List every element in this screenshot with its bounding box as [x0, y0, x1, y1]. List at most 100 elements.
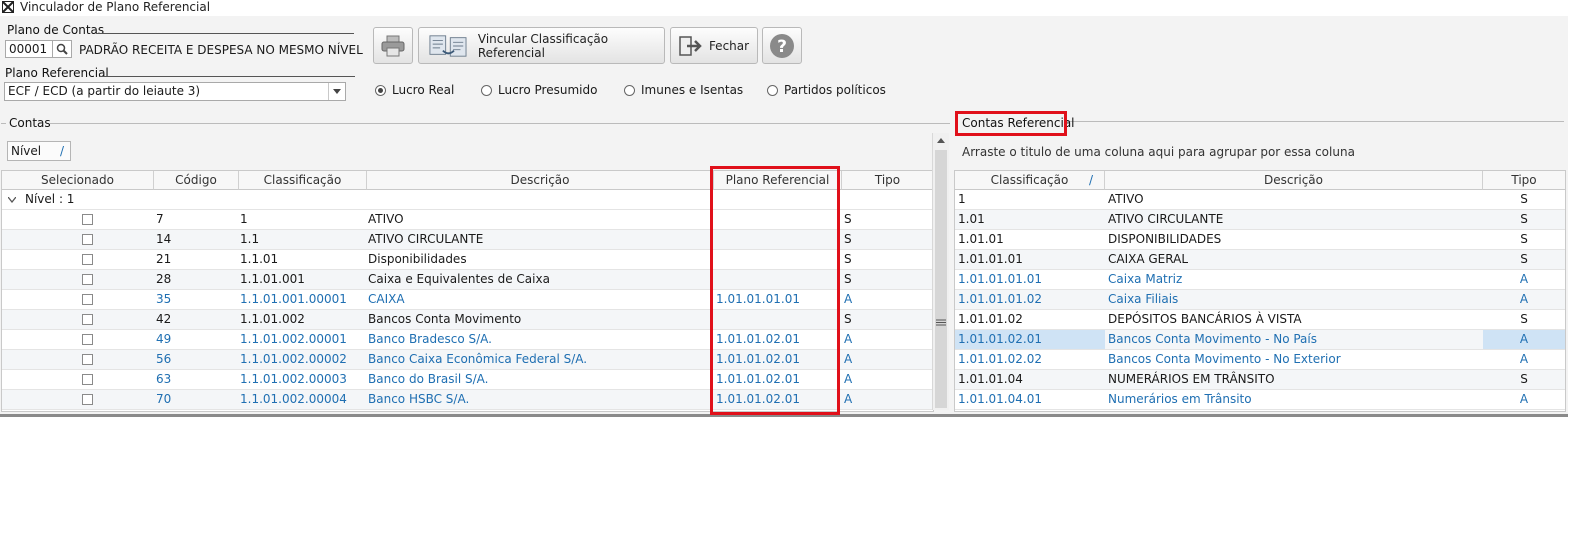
chevron-down-icon[interactable] [8, 197, 16, 203]
row-checkbox[interactable] [82, 374, 93, 385]
cell-tipo: A [844, 332, 853, 346]
search-icon [56, 43, 68, 55]
cell-tipo: S [1520, 212, 1528, 226]
cell-descricao: CAIXA [368, 292, 405, 306]
cell-tipo: A [1519, 272, 1529, 286]
radio-label: Lucro Real [392, 83, 455, 97]
contas-referencial-grid: Classificação / Descrição Tipo 1 ATIVO S 1.… [954, 170, 1566, 412]
cell-descricao: Bancos Conta Movimento - No Exterior [1108, 352, 1341, 366]
cell-descricao: Caixa Matriz [1108, 272, 1183, 286]
column-header[interactable]: Classificação [239, 171, 367, 190]
cell-tipo: S [1520, 192, 1528, 206]
radio-lucro-presumido[interactable]: Lucro Presumido [481, 83, 597, 97]
cell-classificacao: 1.1.01.002.00001 [240, 332, 347, 346]
plano-contas-search-button[interactable] [53, 40, 72, 58]
row-checkbox[interactable] [82, 274, 93, 285]
cell-tipo: S [844, 212, 852, 226]
plano-contas-code-input[interactable]: 00001 [5, 40, 53, 58]
table-row[interactable]: 1.01.01.02.02 Bancos Conta Movimento - No… [955, 350, 1565, 370]
divider [96, 33, 354, 34]
row-checkbox[interactable] [82, 314, 93, 325]
help-button[interactable]: ? [762, 27, 802, 64]
cell-tipo: A [1519, 292, 1529, 306]
cell-codigo: 63 [156, 372, 172, 386]
cell-codigo: 56 [156, 352, 172, 366]
row-checkbox[interactable] [82, 234, 93, 245]
cell-classificacao: 1.01 [958, 212, 985, 226]
vincular-button-label: Vincular Classificação Referencial [477, 31, 609, 60]
radio-indicator [375, 84, 386, 96]
radio-indicator [624, 84, 635, 96]
scroll-thumb[interactable] [935, 150, 947, 408]
table-row[interactable]: 1 ATIVO S [955, 190, 1565, 210]
vincular-button[interactable]: Vincular Classificação Referencial [418, 27, 665, 64]
group-by-chip-nivel[interactable]: Nível / [7, 141, 71, 161]
table-row[interactable]: 1.01.01.04 NUMERÁRIOS EM TRÂNSITO S [955, 370, 1565, 390]
cell-tipo: S [1520, 252, 1528, 266]
radio-label: Imunes e Isentas [641, 83, 744, 97]
cell-classificacao: 1.01.01 [958, 232, 1004, 246]
cell-descricao: ATIVO CIRCULANTE [1108, 212, 1224, 226]
divider [1, 123, 6, 124]
link-documents-icon [429, 34, 467, 57]
cell-descricao: Bancos Conta Movimento - No País [1108, 332, 1317, 346]
contas-scrollbar[interactable] [932, 133, 949, 410]
cell-codigo: 28 [156, 272, 172, 286]
scroll-up-icon[interactable] [937, 138, 945, 143]
cell-descricao: ATIVO [1108, 192, 1144, 206]
plano-referencial-select[interactable]: ECF / ECD (a partir do leiaute 3) [4, 82, 346, 101]
cell-codigo: 14 [156, 232, 172, 246]
cell-classificacao: 1.1.01.001 [240, 272, 305, 286]
cell-classificacao: 1.01.01.04.01 [958, 392, 1042, 406]
column-header[interactable]: Classificação / [955, 171, 1105, 190]
plano-contas-name: PADRÃO RECEITA E DESPESA NO MESMO NÍVEL [79, 43, 363, 57]
grip-icon [936, 319, 946, 326]
table-row[interactable]: 1.01.01.01 CAIXA GERAL S [955, 250, 1565, 270]
table-row[interactable]: 1.01.01.02.01 Bancos Conta Movimento - No… [955, 330, 1565, 350]
print-button[interactable] [373, 27, 413, 64]
column-header[interactable]: Tipo [842, 171, 933, 190]
highlight-contas-referencial-title [955, 111, 1067, 136]
column-header[interactable]: Descrição [1105, 171, 1483, 190]
cell-descricao: Banco Bradesco S/A. [368, 332, 492, 346]
cell-classificacao: 1 [240, 212, 248, 226]
cell-tipo: S [844, 312, 852, 326]
cell-classificacao: 1.1 [240, 232, 260, 246]
row-checkbox[interactable] [82, 254, 93, 265]
cell-classificacao: 1.1.01.001.00001 [240, 292, 347, 306]
cell-descricao: DEPÓSITOS BANCÁRIOS À VISTA [1108, 312, 1302, 326]
table-row[interactable]: 1.01.01 DISPONIBILIDADES S [955, 230, 1565, 250]
column-header[interactable]: Descrição [367, 171, 714, 190]
group-by-hint: Arraste o titulo de uma coluna aqui para… [962, 145, 1355, 159]
table-row[interactable]: 1.01 ATIVO CIRCULANTE S [955, 210, 1565, 230]
row-checkbox[interactable] [82, 214, 93, 225]
dropdown-button[interactable] [328, 83, 345, 100]
table-row[interactable]: 1.01.01.01.02 Caixa Filiais A [955, 290, 1565, 310]
row-checkbox[interactable] [82, 294, 93, 305]
radio-imunes-isentas[interactable]: Imunes e Isentas [624, 83, 743, 97]
table-row[interactable]: 1.01.01.04.01 Numerários em Trânsito A [955, 390, 1565, 410]
plano-contas-label: Plano de Contas [7, 23, 105, 37]
row-checkbox[interactable] [82, 354, 93, 365]
table-row[interactable]: 1.01.01.01.01 Caixa Matriz A [955, 270, 1565, 290]
row-checkbox[interactable] [82, 334, 93, 345]
column-header[interactable]: Selecionado [2, 171, 154, 190]
radio-lucro-real[interactable]: Lucro Real [375, 83, 454, 97]
fechar-button-label: Fechar [708, 38, 750, 53]
column-header[interactable]: Código [154, 171, 239, 190]
group-row-label: Nível : 1 [25, 192, 75, 206]
cell-classificacao: 1.1.01.002.00004 [240, 392, 347, 406]
cell-tipo: S [1520, 232, 1528, 246]
row-checkbox[interactable] [82, 394, 93, 405]
fechar-button[interactable]: Fechar [670, 27, 758, 64]
column-header-label: Classificação [990, 173, 1069, 187]
radio-partidos-politicos[interactable]: Partidos políticos [767, 83, 886, 97]
sort-indicator-icon: / [1089, 173, 1094, 187]
table-row[interactable]: 1.01.01.02 DEPÓSITOS BANCÁRIOS À VISTA S [955, 310, 1565, 330]
cell-classificacao: 1.1.01 [240, 252, 279, 266]
column-header[interactable]: Tipo [1483, 171, 1565, 190]
cell-descricao: Numerários em Trânsito [1108, 392, 1252, 406]
cell-classificacao: 1.01.01.02.01 [955, 330, 1105, 349]
cell-descricao: Banco Caixa Econômica Federal S/A. [368, 352, 588, 366]
cell-classificacao: 1.01.01.01.02 [958, 292, 1042, 306]
